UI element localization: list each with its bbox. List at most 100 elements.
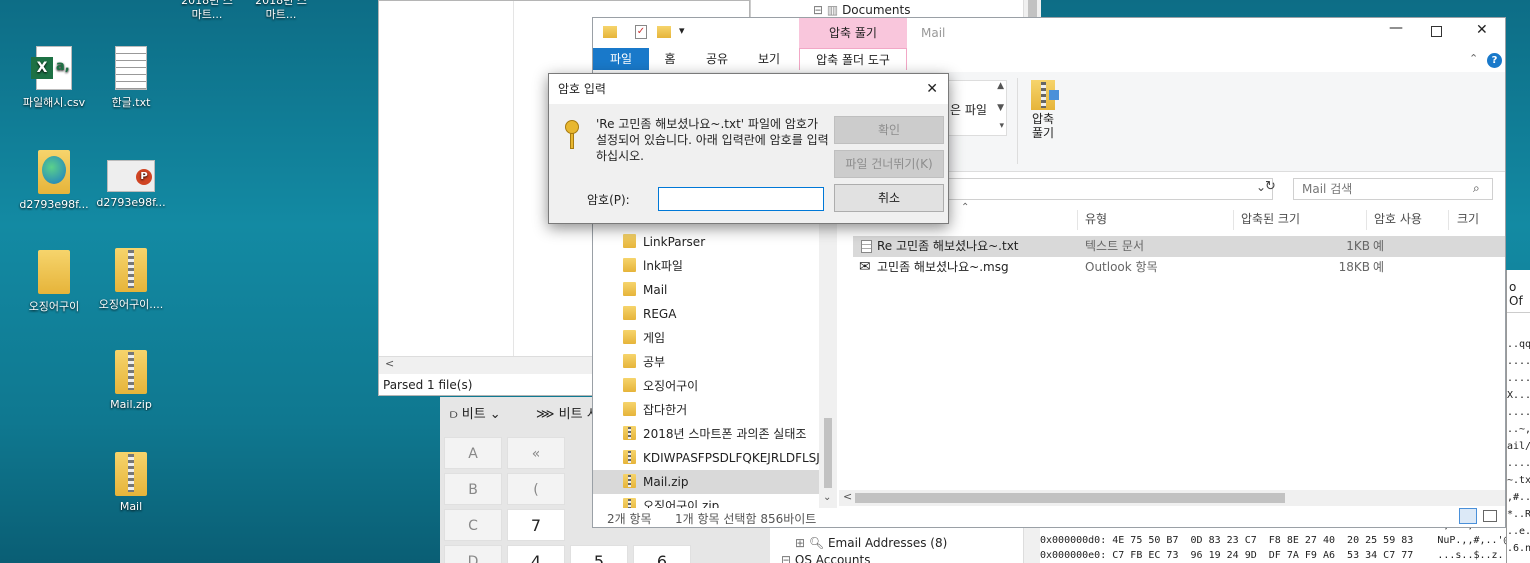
desktop-icon-mail-zip[interactable]: Mail.zip <box>93 350 169 411</box>
nav-item-squid[interactable]: 오징어구이 <box>623 374 698 398</box>
close-icon[interactable]: ✕ <box>926 74 938 104</box>
expand-icon: ⊟ <box>781 553 792 563</box>
calculator-mode-bit[interactable]: ⫐ 비트 ⌄ <box>450 403 501 422</box>
chevron-up-icon[interactable]: ⌃ <box>1469 52 1478 65</box>
tree-node-email-addresses[interactable]: ⊞ 🔍︎ Email Addresses (8) <box>795 536 947 550</box>
hex-line: ..qq <box>1507 339 1530 350</box>
address-bar[interactable]: ⌄ <box>933 178 1273 200</box>
explorer-titlebar[interactable]: ✓ ▾ 압축 풀기 Mail — ✕ <box>593 18 1505 48</box>
close-icon[interactable]: ✕ <box>1476 22 1488 38</box>
scroll-left-icon[interactable]: < <box>843 490 852 503</box>
desktop-icon-csv[interactable]: X a, 파일해시.csv <box>16 46 92 110</box>
desktop-icon-txt[interactable]: 한글.txt <box>93 46 169 110</box>
ribbon-file-list[interactable]: 은 파일 ▲ ▼ ▾ <box>947 80 1007 136</box>
more-icon[interactable]: ▾ <box>999 121 1004 131</box>
nav-item-lnk[interactable]: lnk파일 <box>623 254 683 278</box>
properties-icon[interactable]: ✓ <box>635 25 647 39</box>
file-row-msg[interactable]: ✉ 고민좀 해보셨나요~.msg Outlook 항목 18KB 예 <box>853 257 1505 278</box>
key-d[interactable]: D <box>444 545 502 563</box>
zip-folder-icon <box>623 474 636 488</box>
tab-file[interactable]: 파일 <box>593 48 649 70</box>
dialog-title: 암호 입력 <box>558 82 606 96</box>
file-row-txt[interactable]: Re 고민좀 해보셨나요~.txt 텍스트 문서 1KB 예 <box>853 236 1505 257</box>
refresh-icon[interactable]: ↻ <box>1265 179 1276 194</box>
nav-scrollbar[interactable]: ⌄ <box>819 218 837 508</box>
column-header-compressed-size[interactable]: 압축된 크기 <box>1241 208 1300 230</box>
column-header-type[interactable]: 유형 <box>1085 208 1107 230</box>
dialog-message: 'Re 고민좀 해보셨나요~.txt' 파일에 암호가 설정되어 있습니다. 아… <box>596 117 829 163</box>
folder-icon <box>623 234 636 248</box>
hex-line: 0x000000e0: C7 FB EC 73 96 19 24 9D DF 7… <box>1040 550 1506 561</box>
tree-node-os-accounts[interactable]: ⊟ OS Accounts <box>781 553 870 563</box>
column-header-size[interactable]: 크기 <box>1457 208 1479 230</box>
desktop-icon-label-top-2[interactable]: 2018년 스마트... <box>252 0 310 22</box>
edge-folder-icon <box>38 150 70 194</box>
scroll-up-icon[interactable]: ▲ <box>997 81 1004 91</box>
hex-line: ,#.. <box>1507 492 1530 503</box>
nav-item-mail[interactable]: Mail <box>623 278 667 302</box>
search-input[interactable]: Mail 검색 <box>1293 178 1493 200</box>
desktop-icon-folder[interactable]: 오징어구이 <box>16 250 92 314</box>
tree-node-documents[interactable]: ⊟ ▥ Documents <box>813 3 910 17</box>
tab-compressed-tools[interactable]: 압축 폴더 도구 <box>799 48 907 70</box>
tab-share[interactable]: 공유 <box>693 48 741 70</box>
column-header-password[interactable]: 암호 사용 <box>1374 208 1422 230</box>
desktop-icon-label-top-1[interactable]: 2018년 스마트... <box>178 0 236 22</box>
password-input[interactable] <box>658 187 824 211</box>
skip-file-button[interactable]: 파일 건너뛰기(K) <box>834 150 944 178</box>
nav-item-misc[interactable]: 잡다한거 <box>623 398 687 422</box>
nav-item-game[interactable]: 게임 <box>623 326 665 350</box>
new-folder-icon[interactable] <box>657 26 671 38</box>
key-4[interactable]: 4 <box>507 545 565 563</box>
desktop-icon-ppt[interactable]: P d2793e98f... <box>93 160 169 209</box>
tab-home[interactable]: 홈 <box>649 48 691 70</box>
key-a[interactable]: A <box>444 437 502 469</box>
tab-view[interactable]: 보기 <box>745 48 793 70</box>
maximize-icon[interactable] <box>1431 26 1442 37</box>
nav-item-mail-zip[interactable]: Mail.zip <box>593 470 819 494</box>
scroll-down-icon[interactable]: ⌄ <box>823 492 831 503</box>
scroll-left-icon[interactable]: < <box>385 357 394 370</box>
key-7[interactable]: 7 <box>507 509 565 541</box>
extract-all-button[interactable]: 압축 풀기 <box>1025 80 1061 140</box>
desktop-icon-label: d2793e98f... <box>96 196 166 209</box>
nav-item-linkparser[interactable]: LinkParser <box>623 230 705 254</box>
search-icon[interactable]: ⌕ <box>1473 181 1480 196</box>
desktop-icon-mail[interactable]: Mail <box>93 452 169 513</box>
password-dialog[interactable]: 암호 입력 ✕ 'Re 고민좀 해보셨나요~.txt' 파일에 암호가 설정되어… <box>548 73 949 224</box>
nav-item-study[interactable]: 공부 <box>623 350 665 374</box>
nav-item-squid-zip[interactable]: 오징어구이.zip <box>623 494 719 508</box>
folder-icon <box>623 378 636 392</box>
nav-item-kdiw-zip[interactable]: KDIWPASFPSDLFQKEJRLDFLSJLl <box>623 446 830 470</box>
calculator-mode-bitshift[interactable]: ⋙ 비트 시 <box>536 403 599 422</box>
key-6[interactable]: 6 <box>633 545 691 563</box>
details-view-icon[interactable] <box>1459 508 1477 524</box>
nav-item-smartphone-zip[interactable]: 2018년 스마트폰 과의존 실태조 <box>623 422 806 446</box>
minimize-icon[interactable]: — <box>1389 20 1403 36</box>
chevron-down-icon: ⌄ <box>489 407 501 422</box>
customize-toolbar-icon[interactable]: ▾ <box>679 24 685 37</box>
cancel-button[interactable]: 취소 <box>834 184 944 212</box>
password-label: 암호(P): <box>587 193 630 207</box>
navigation-pane[interactable]: LinkParser lnk파일 Mail REGA 게임 공부 오징어구이 잡… <box>593 218 837 508</box>
key-5[interactable]: 5 <box>570 545 628 563</box>
zip-folder-icon <box>623 450 636 464</box>
desktop-icon-zip-1[interactable]: 오징어구이.... <box>93 248 169 312</box>
tiles-view-icon[interactable] <box>1483 510 1497 522</box>
key-shift-left[interactable]: « <box>507 437 565 469</box>
dialog-titlebar[interactable]: 암호 입력 ✕ <box>549 74 948 104</box>
key-open-paren[interactable]: ( <box>507 473 565 505</box>
scroll-down-icon[interactable]: ▼ <box>997 103 1004 113</box>
zip-folder-icon <box>115 350 147 394</box>
expand-icon: ⊞ <box>795 536 806 550</box>
nav-item-rega[interactable]: REGA <box>623 302 676 326</box>
key-c[interactable]: C <box>444 509 502 541</box>
desktop-icon-edge-folder[interactable]: d2793e98f... <box>16 150 92 211</box>
files-horizontal-scrollbar[interactable]: < <box>839 490 1505 506</box>
sort-up-icon: ⌃ <box>961 202 970 213</box>
hex-line: .6.n <box>1507 543 1530 554</box>
key-b[interactable]: B <box>444 473 502 505</box>
hex-line: ail/ <box>1507 441 1530 452</box>
help-icon[interactable]: ? <box>1487 53 1502 68</box>
ok-button[interactable]: 확인 <box>834 116 944 144</box>
